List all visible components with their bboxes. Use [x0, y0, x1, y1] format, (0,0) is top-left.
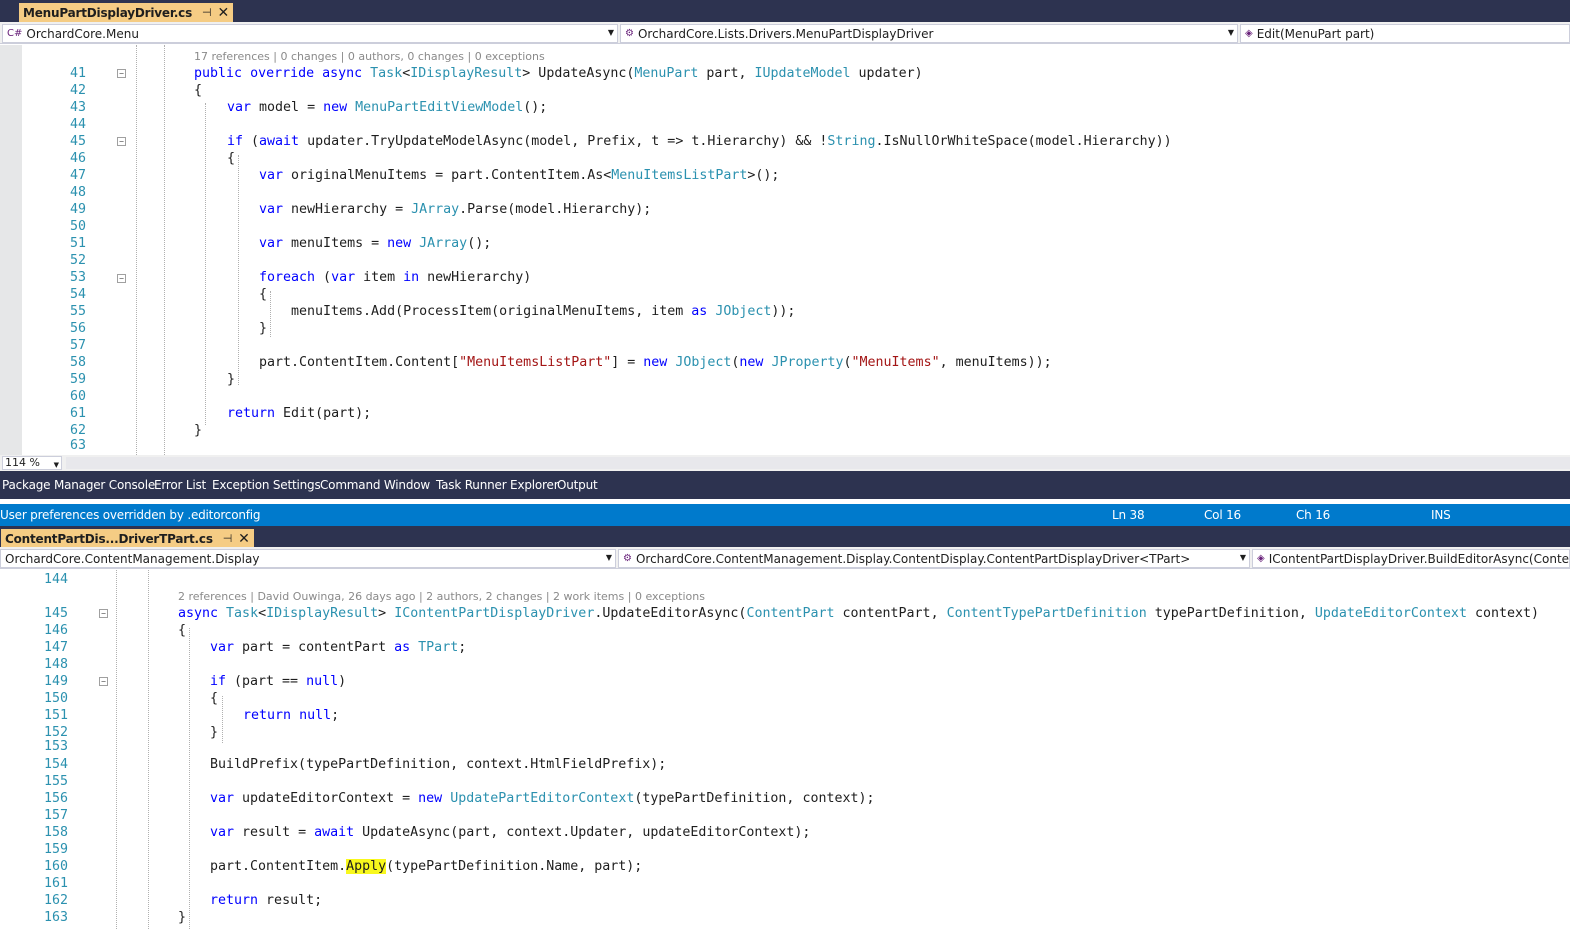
- pin-icon[interactable]: ⊣: [202, 6, 212, 19]
- code-line: 150{: [43, 691, 219, 706]
- code-line: 46{: [69, 151, 236, 166]
- project-name: OrchardCore.Menu: [26, 26, 139, 41]
- status-message: User preferences overridden by .editorco…: [0, 508, 261, 522]
- codelens-info[interactable]: 17 references | 0 changes | 0 authors, 0…: [194, 50, 545, 63]
- code-line: 146{: [43, 623, 187, 638]
- close-icon[interactable]: ✕: [238, 531, 250, 547]
- project-dropdown[interactable]: C# OrchardCore.Menu ▼: [2, 24, 618, 43]
- member-name: Edit(MenuPart part): [1256, 26, 1375, 41]
- chevron-down-icon: ▼: [607, 28, 614, 37]
- code-line: 50: [69, 219, 86, 234]
- code-line: 157: [43, 808, 68, 823]
- type-name: OrchardCore.Lists.Drivers.MenuPartDispla…: [637, 26, 934, 41]
- bottom-navigation-bar: OrchardCore.ContentManagement.Display ▼ …: [0, 547, 1570, 569]
- zoom-dropdown[interactable]: 114 % ▼: [2, 456, 62, 470]
- class-icon: ⚙: [623, 553, 632, 564]
- code-line: 149 if (part == null): [43, 674, 347, 689]
- code-line: 148: [43, 657, 68, 672]
- chevron-down-icon: ▼: [53, 461, 59, 469]
- method-icon: ◈: [1245, 28, 1253, 39]
- tab-package-manager-console[interactable]: Package Manager Console: [2, 478, 155, 492]
- close-icon[interactable]: ✕: [217, 5, 229, 21]
- project-dropdown[interactable]: OrchardCore.ContentManagement.Display ▼: [0, 549, 616, 568]
- tab-contentpartdisplaydriver[interactable]: ContentPartDis...DriverTPart.cs ⊣ ✕: [1, 529, 254, 548]
- code-line: 160 part.ContentItem.Apply(typePartDefini…: [43, 859, 643, 874]
- code-line: 151 return null;: [43, 708, 340, 723]
- tab-task-runner-explorer[interactable]: Task Runner Explorer: [436, 478, 559, 492]
- code-line: 45 if (await updater.TryUpdateModelAsync(…: [69, 134, 1172, 149]
- code-line: 49 var newHierarchy = JArray.Parse(model.…: [69, 202, 652, 217]
- bottom-code-editor[interactable]: 144 2 references | David Ouwinga, 26 day…: [0, 570, 1570, 929]
- code-line: 161: [43, 876, 68, 891]
- code-line: 156 var updateEditorContext = new UpdateP…: [43, 791, 875, 806]
- code-line: 60: [69, 389, 86, 404]
- code-line: 47 var originalMenuItems = part.ContentIt…: [69, 168, 780, 183]
- horizontal-scrollbar[interactable]: [66, 457, 1570, 469]
- zoom-level: 114 %: [5, 456, 40, 469]
- status-bar: User preferences overridden by .editorco…: [0, 504, 1570, 526]
- type-name: OrchardCore.ContentManagement.Display.Co…: [635, 551, 1191, 566]
- code-line: 54{: [69, 287, 268, 302]
- csharp-project-icon: C#: [7, 28, 23, 39]
- code-line: 163}: [43, 910, 187, 925]
- code-line: 62}: [69, 423, 203, 438]
- codelens-info[interactable]: 2 references | David Ouwinga, 26 days ag…: [178, 590, 705, 603]
- code-line: 43 var model = new MenuPartEditViewModel(…: [69, 100, 548, 115]
- tool-window-tabs: Package Manager Console Error List Excep…: [0, 471, 1570, 499]
- code-line: 58 part.ContentItem.Content["MenuItemsLis…: [69, 355, 1052, 370]
- status-line[interactable]: Ln 38: [1112, 508, 1145, 522]
- editor-bottom-bar: 114 % ▼: [0, 455, 1570, 471]
- code-line: 61 return Edit(part);: [69, 406, 372, 421]
- type-dropdown[interactable]: ⚙ OrchardCore.ContentManagement.Display.…: [618, 549, 1250, 568]
- code-line: 147 var part = contentPart as TPart;: [43, 640, 467, 655]
- code-line: 48: [69, 185, 86, 200]
- tab-title: MenuPartDisplayDriver.cs: [23, 5, 193, 20]
- member-dropdown[interactable]: ◈ IContentPartDisplayDriver.BuildEditorA…: [1252, 549, 1570, 568]
- chevron-down-icon: ▼: [1239, 553, 1246, 562]
- code-line: 145 async Task<IDisplayResult> IContentPa…: [43, 606, 1540, 621]
- tab-menupartdisplaydriver[interactable]: MenuPartDisplayDriver.cs ⊣ ✕: [19, 3, 233, 22]
- code-line: 59}: [69, 372, 236, 387]
- tab-output[interactable]: Output: [557, 478, 598, 492]
- bottom-tab-strip: ContentPartDis...DriverTPart.cs ⊣ ✕: [0, 526, 1570, 548]
- code-line: 155: [43, 774, 68, 789]
- status-insert-mode[interactable]: INS: [1431, 508, 1451, 522]
- code-line: 41 public override async Task<IDisplayRes…: [69, 66, 923, 81]
- code-line: 162 return result;: [43, 893, 323, 908]
- code-line: 63: [69, 438, 86, 453]
- search-highlight: Apply: [346, 859, 387, 874]
- tab-exception-settings[interactable]: Exception Settings: [212, 478, 321, 492]
- code-line: 158 var result = await UpdateAsync(part, …: [43, 825, 811, 840]
- method-icon: ◈: [1257, 553, 1265, 564]
- member-dropdown[interactable]: ◈ Edit(MenuPart part): [1240, 24, 1570, 43]
- code-line: 56}: [69, 321, 268, 336]
- code-line: 144: [43, 572, 68, 587]
- chevron-down-icon: ▼: [1227, 28, 1234, 37]
- code-line: 154 BuildPrefix(typePartDefinition, conte…: [43, 757, 667, 772]
- type-dropdown[interactable]: ⚙ OrchardCore.Lists.Drivers.MenuPartDisp…: [620, 24, 1238, 43]
- code-line: 57: [69, 338, 86, 353]
- tab-title: ContentPartDis...DriverTPart.cs: [5, 531, 213, 546]
- top-tab-strip: MenuPartDisplayDriver.cs ⊣ ✕: [0, 0, 1570, 22]
- status-column[interactable]: Col 16: [1204, 508, 1241, 522]
- status-char[interactable]: Ch 16: [1296, 508, 1330, 522]
- code-line: 44: [69, 117, 86, 132]
- code-line: 52: [69, 253, 86, 268]
- tab-error-list[interactable]: Error List: [154, 478, 206, 492]
- chevron-down-icon: ▼: [605, 553, 612, 562]
- member-name: IContentPartDisplayDriver.BuildEditorAsy…: [1268, 551, 1570, 566]
- project-name: OrchardCore.ContentManagement.Display: [5, 551, 260, 566]
- top-navigation-bar: C# OrchardCore.Menu ▼ ⚙ OrchardCore.List…: [0, 22, 1570, 44]
- code-line: 153: [43, 739, 68, 754]
- code-line: 55 menuItems.Add(ProcessItem(originalMenu…: [69, 304, 796, 319]
- top-code-editor[interactable]: 17 references | 0 changes | 0 authors, 0…: [0, 45, 1570, 455]
- code-line: 42{: [69, 83, 203, 98]
- code-line: 51 var menuItems = new JArray();: [69, 236, 492, 251]
- code-line: 159: [43, 842, 68, 857]
- pin-icon[interactable]: ⊣: [223, 532, 233, 545]
- class-icon: ⚙: [625, 28, 634, 39]
- code-line: 53 foreach (var item in newHierarchy): [69, 270, 532, 285]
- tab-command-window[interactable]: Command Window: [320, 478, 430, 492]
